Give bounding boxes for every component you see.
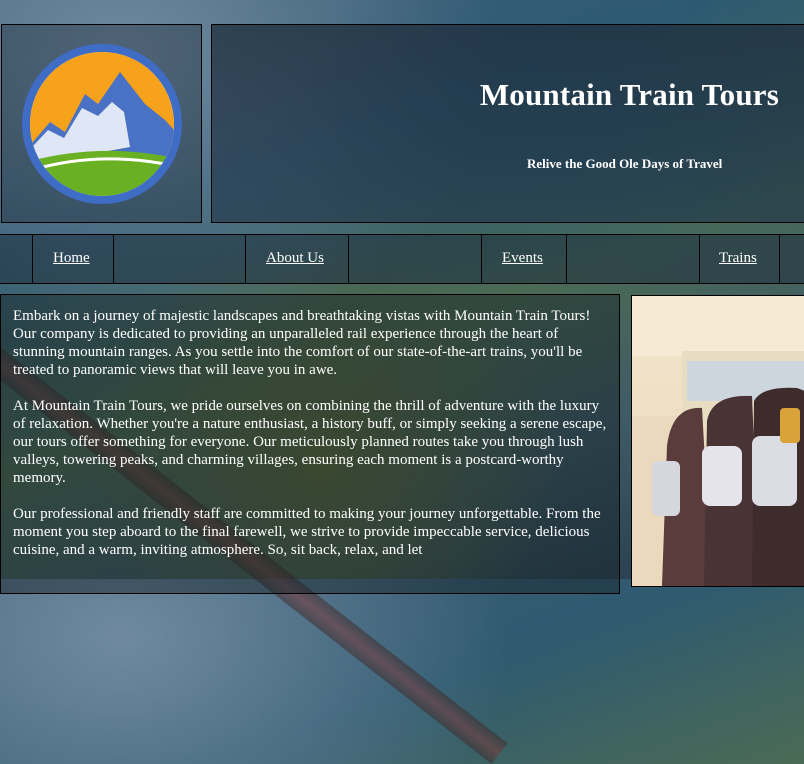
header-panel: Mountain Train Tours Relive the Good Ole… — [211, 24, 804, 223]
intro-content: Embark on a journey of majestic landscap… — [0, 294, 620, 594]
nav-link-trains[interactable]: Trains — [719, 250, 757, 267]
intro-paragraph: Embark on a journey of majestic landscap… — [13, 308, 591, 378]
nav-link-about-us[interactable]: About Us — [266, 250, 324, 267]
nav-cell — [779, 235, 804, 283]
nav-cell — [348, 235, 481, 283]
nav-link-events[interactable]: Events — [502, 250, 543, 267]
site-title: Mountain Train Tours — [479, 77, 779, 112]
intro-paragraph: At Mountain Train Tours, we pride oursel… — [13, 398, 607, 486]
site-tagline: Relive the Good Ole Days of Travel — [527, 156, 723, 171]
nav-link-home[interactable]: Home — [53, 250, 90, 267]
intro-paragraph: Our professional and friendly staff are … — [13, 506, 601, 558]
nav-cell — [566, 235, 699, 283]
main-navigation: Home About Us Events Trains — [0, 234, 804, 284]
mountain-logo-icon — [22, 44, 182, 204]
logo-panel — [1, 24, 202, 223]
nav-cell — [113, 235, 245, 283]
train-seats-photo — [631, 295, 804, 587]
